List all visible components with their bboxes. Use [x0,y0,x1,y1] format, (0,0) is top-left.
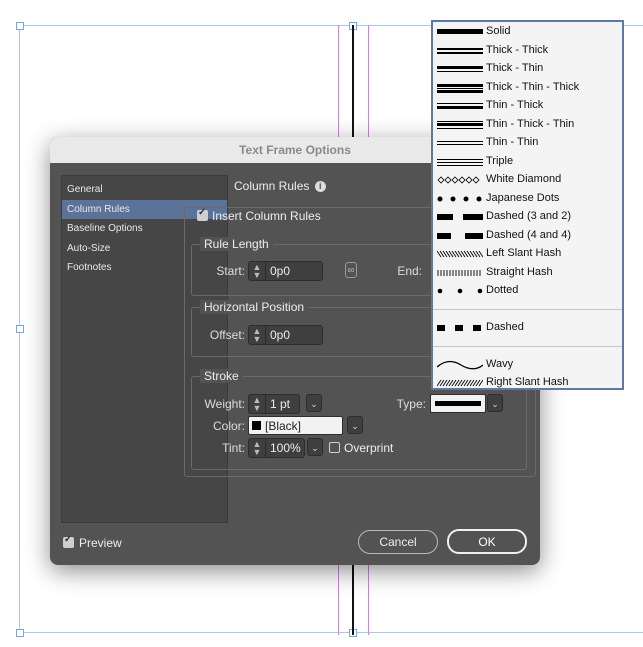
preview-label: Preview [79,536,122,550]
stroke-type-option[interactable]: Japanese Dots [433,190,622,208]
section-title-text: Column Rules [234,179,310,193]
thick-thin-thick-stroke-icon [437,83,483,93]
stroke-type-option[interactable]: Thick - Thin [433,60,622,78]
insert-column-rules-label: Insert Column Rules [212,209,321,223]
thin-thin-stroke-icon [437,141,483,145]
thick-thick-stroke-icon [437,47,483,54]
stroke-type-option[interactable]: Thin - Thin [433,134,622,152]
sidebar-item-general[interactable]: General [62,180,227,200]
stroke-type-option[interactable]: Dashed (4 and 4) [433,227,622,245]
weight-stepper[interactable]: ▲ ▼ 1 pt [248,394,300,414]
start-label: Start: [216,264,245,278]
stroke-type-option[interactable]: Thin - Thick - Thin [433,116,622,134]
thick-thin-stroke-icon [437,66,483,72]
stroke-legend: Stroke [200,369,243,383]
frame-handle[interactable] [16,22,24,30]
dotted-stroke-icon [437,288,483,294]
info-icon[interactable]: i [314,181,326,193]
tint-stepper[interactable]: ▲ ▼ 100% [248,438,305,458]
dashed-4-4-stroke-icon [437,232,483,239]
triple-stroke-icon [437,158,483,166]
link-icon[interactable]: ∞ [345,262,357,278]
color-swatch [252,421,261,430]
wavy-stroke-icon [437,360,483,370]
right-slant-hash-stroke-icon [437,379,483,387]
insert-column-rules-checkbox[interactable] [197,207,208,221]
start-stepper[interactable]: ▲ ▼ 0p0 [248,261,323,281]
preview-checkbox[interactable] [63,534,74,548]
type-label: Type: [396,397,426,411]
left-slant-hash-stroke-icon [437,250,483,258]
white-diamond-stroke-icon [437,176,480,184]
end-label: End: [397,264,422,278]
straight-hash-stroke-icon [437,269,481,276]
color-field[interactable]: [Black] [248,416,343,435]
tint-value: 100% [270,441,301,455]
stroke-type-list: Solid Thick - Thick Thick - Thin Thick -… [431,20,624,390]
stroke-type-option[interactable]: Dashed [433,319,622,337]
stroke-type-option[interactable]: Straight Hash [433,264,622,282]
thin-thick-thin-stroke-icon [437,120,483,129]
stroke-type-option[interactable]: Dashed (3 and 2) [433,208,622,226]
solid-stroke-icon [437,29,483,34]
dashed-stroke-icon [437,325,481,331]
stroke-type-option[interactable]: Solid [433,23,622,41]
tint-dropdown-button[interactable]: ⌄ [307,438,323,456]
color-label: Color: [212,419,245,433]
stepper-arrows-icon[interactable]: ▲ ▼ [249,439,266,457]
frame-handle[interactable] [16,629,24,637]
weight-label: Weight: [204,397,245,411]
stroke-type-option[interactable]: Thick - Thin - Thick [433,79,622,97]
stepper-arrows-icon[interactable]: ▲ ▼ [249,395,266,413]
list-separator [433,346,622,347]
japanese-dots-stroke-icon [437,196,482,201]
solid-stroke-preview [435,401,481,406]
offset-value: 0p0 [270,328,291,342]
rule-length-legend: Rule Length [200,237,273,251]
color-dropdown-button[interactable]: ⌄ [347,416,363,434]
offset-stepper[interactable]: ▲ ▼ 0p0 [248,325,323,345]
cancel-button[interactable]: Cancel [358,530,438,554]
stroke-type-option[interactable]: Triple [433,153,622,171]
overprint-checkbox[interactable] [329,442,340,453]
overprint-label: Overprint [344,441,394,455]
stroke-type-option[interactable]: Left Slant Hash [433,245,622,263]
list-separator [433,309,622,310]
horizontal-position-legend: Horizontal Position [200,300,309,314]
offset-label: Offset: [209,328,245,342]
tint-label: Tint: [222,441,245,455]
color-value: [Black] [265,419,302,433]
dashed-3-2-stroke-icon [437,214,483,220]
section-title: Column Rules i [234,179,326,193]
frame-handle[interactable] [16,325,24,333]
weight-dropdown-button[interactable]: ⌄ [306,394,322,412]
type-dropdown-button[interactable]: ⌄ [487,394,503,412]
weight-value: 1 pt [270,397,291,411]
ok-button[interactable]: OK [447,529,527,554]
stroke-type-option[interactable]: Thick - Thick [433,42,622,60]
start-value: 0p0 [270,264,291,278]
stroke-type-option[interactable]: Thin - Thick [433,97,622,115]
stroke-type-option[interactable]: Dotted [433,282,622,300]
type-field[interactable] [430,394,486,413]
stepper-arrows-icon[interactable]: ▲ ▼ [249,262,266,280]
stroke-type-option[interactable]: White Diamond [433,171,622,189]
thin-thick-stroke-icon [437,103,483,109]
stepper-arrows-icon[interactable]: ▲ ▼ [249,326,266,344]
stroke-type-option[interactable]: Right Slant Hash [433,374,622,392]
stroke-type-option[interactable]: Wavy [433,356,622,374]
